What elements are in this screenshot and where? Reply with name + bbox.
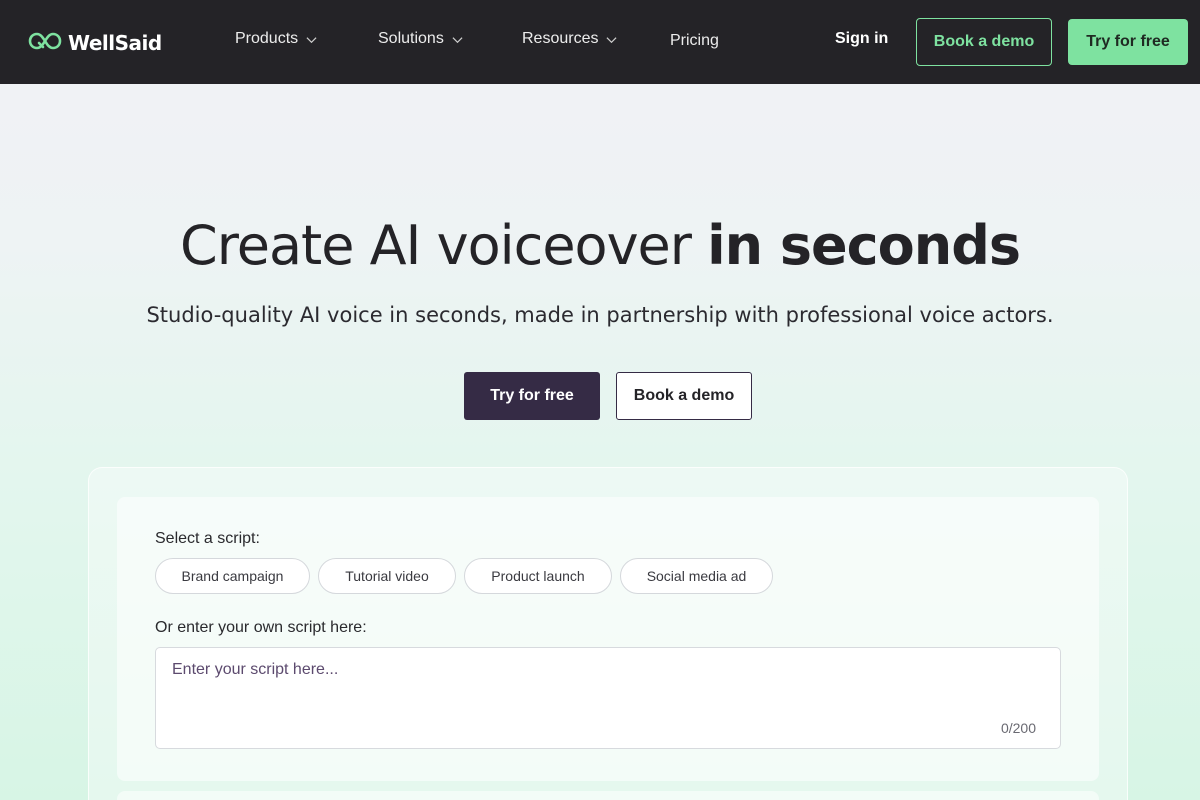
nav-item-label: Products [235, 30, 299, 47]
demo-card-next-section [117, 791, 1099, 800]
wellsaid-logo-icon [28, 29, 62, 57]
nav-book-demo-button[interactable]: Book a demo [916, 18, 1052, 66]
character-counter: 0/200 [1000, 720, 1036, 736]
hero-title: Create AI voiceover in seconds [0, 214, 1200, 277]
nav-item-products[interactable]: Products [235, 30, 317, 48]
logo-text: WellSaid [68, 31, 162, 55]
script-input-box: 0/200 [155, 647, 1061, 749]
hero-title-bold: in seconds [707, 214, 1021, 277]
nav-item-label: Resources [522, 30, 599, 47]
script-chip-brand-campaign[interactable]: Brand campaign [155, 558, 310, 594]
script-input[interactable] [172, 661, 1032, 721]
chevron-down-icon [452, 36, 463, 43]
script-chip-product-launch[interactable]: Product launch [464, 558, 612, 594]
chevron-down-icon [306, 36, 317, 43]
script-chip-social-media-ad[interactable]: Social media ad [620, 558, 773, 594]
nav-item-label: Solutions [378, 30, 444, 47]
hero-try-free-button[interactable]: Try for free [464, 372, 600, 420]
nav-item-label: Pricing [670, 32, 719, 49]
nav-item-resources[interactable]: Resources [522, 30, 617, 48]
own-script-label: Or enter your own script here: [155, 619, 367, 636]
nav-try-free-button[interactable]: Try for free [1068, 19, 1188, 65]
sign-in-link[interactable]: Sign in [835, 30, 888, 48]
hero-book-demo-button[interactable]: Book a demo [616, 372, 752, 420]
hero-title-regular: Create AI voiceover [180, 214, 708, 277]
hero-subtitle: Studio-quality AI voice in seconds, made… [146, 303, 1054, 327]
select-script-label: Select a script: [155, 530, 260, 547]
top-navbar: WellSaid Products Solutions Resources Pr… [0, 0, 1200, 84]
nav-item-solutions[interactable]: Solutions [378, 30, 463, 48]
nav-item-pricing[interactable]: Pricing [670, 32, 719, 50]
chevron-down-icon [606, 36, 617, 43]
logo[interactable]: WellSaid [28, 29, 162, 57]
script-chip-tutorial-video[interactable]: Tutorial video [318, 558, 456, 594]
